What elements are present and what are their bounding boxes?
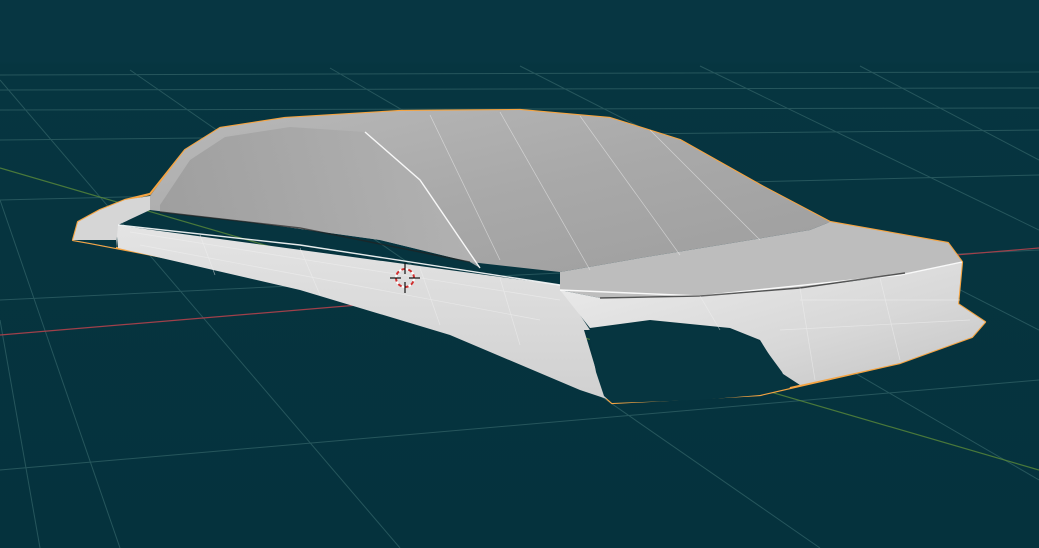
viewport-canvas[interactable] bbox=[0, 0, 1039, 548]
car-body-mesh[interactable] bbox=[71, 108, 987, 405]
3d-viewport[interactable] bbox=[0, 0, 1039, 548]
